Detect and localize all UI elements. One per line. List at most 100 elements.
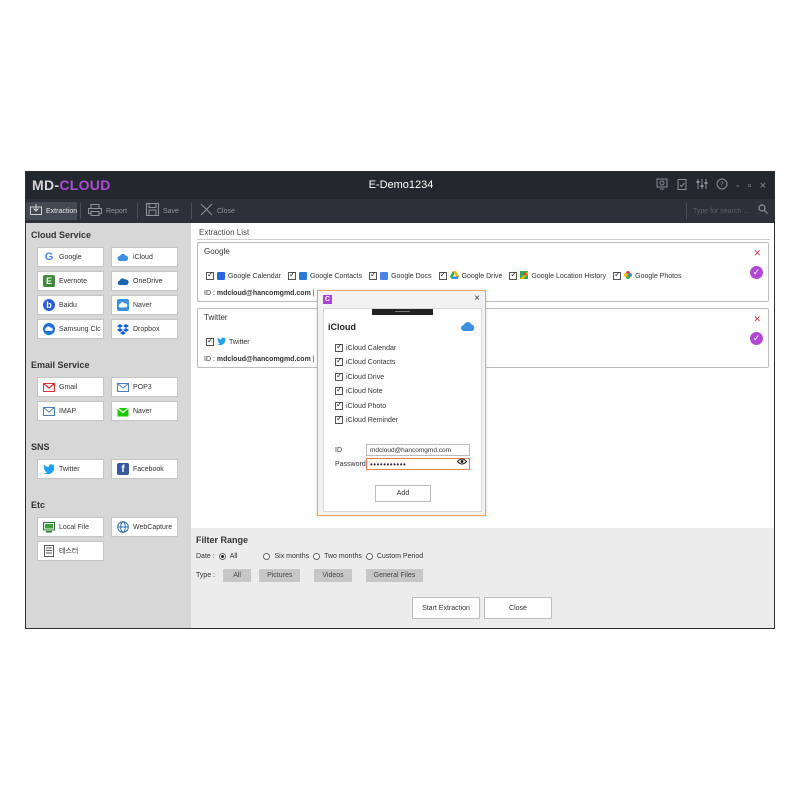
icloud-photo-checkbox[interactable] <box>335 400 343 410</box>
help-icon[interactable]: ? <box>716 178 728 194</box>
settings-sliders-icon[interactable] <box>696 178 708 194</box>
evernote-button[interactable]: E Evernote <box>37 271 104 291</box>
webcapture-button[interactable]: WebCapture <box>111 517 178 537</box>
google-label: Google <box>59 253 82 261</box>
dialog-body: iCloud iCloud Calendar iCloud Contacts i… <box>323 308 482 512</box>
report-label: Report <box>106 207 128 215</box>
icloud-note-label: iCloud Note <box>346 387 383 395</box>
report-button[interactable]: Report <box>84 202 131 220</box>
dialog-drag-handle[interactable] <box>372 309 433 315</box>
twitter-button[interactable]: Twitter <box>37 459 104 479</box>
date-filter-row: Date : All Six months Two months Custom … <box>196 553 423 560</box>
tester-button[interactable]: 테스터 <box>37 541 104 561</box>
dropbox-icon <box>117 323 129 335</box>
samsung-cloud-label: Samsung Clc <box>59 325 101 333</box>
globe-icon <box>117 521 129 533</box>
baidu-button[interactable]: b Baidu <box>37 295 104 315</box>
password-label: Password <box>335 461 366 468</box>
google-id-value: mdcloud@hancomgmd.com <box>216 290 311 297</box>
remove-twitter-button[interactable]: ✕ <box>753 314 761 325</box>
icloud-reminder-checkbox[interactable] <box>335 414 343 424</box>
svg-text:?: ? <box>720 181 724 189</box>
twitter-items: Twitter <box>206 336 250 347</box>
naver-mail-button[interactable]: Naver <box>111 401 178 421</box>
icloud-drive-item[interactable]: iCloud Drive <box>335 371 384 381</box>
twitter-item-label: Twitter <box>229 338 250 346</box>
add-button[interactable]: Add <box>375 485 431 502</box>
date-label: Date : <box>196 553 215 560</box>
google-photos-checkbox[interactable] <box>613 270 622 280</box>
google-drive-checkbox[interactable] <box>438 270 447 280</box>
icloud-photo-item[interactable]: iCloud Photo <box>335 400 386 410</box>
pop3-icon <box>117 381 129 393</box>
twitter-card-title: Twitter <box>204 313 228 322</box>
samsung-cloud-button[interactable]: Samsung Clc <box>37 319 104 339</box>
dialog-close-button[interactable]: × <box>474 293 480 304</box>
start-extraction-button[interactable]: Start Extraction <box>412 597 480 619</box>
google-docs-checkbox[interactable] <box>369 270 378 280</box>
close-button[interactable]: Close <box>484 597 552 619</box>
monitor-icon[interactable] <box>656 178 668 194</box>
google-button[interactable]: G Google <box>37 247 104 267</box>
imap-label: IMAP <box>59 407 77 415</box>
search-icon[interactable] <box>758 204 768 217</box>
show-password-icon[interactable] <box>456 458 468 467</box>
icloud-reminder-item[interactable]: iCloud Reminder <box>335 414 398 424</box>
google-drive-icon <box>449 271 459 281</box>
onedrive-button[interactable]: OneDrive <box>111 271 178 291</box>
type-general-files-button[interactable]: General Files <box>365 569 424 582</box>
remove-google-button[interactable]: ✕ <box>753 248 761 259</box>
naver-cloud-button[interactable]: Naver <box>111 295 178 315</box>
icloud-note-checkbox[interactable] <box>335 385 343 395</box>
twitter-id-value: mdcloud@hancomgmd.com <box>216 356 311 363</box>
google-location-checkbox[interactable] <box>509 270 518 280</box>
google-contacts-checkbox[interactable] <box>287 270 296 280</box>
type-videos-button[interactable]: Videos <box>314 569 352 582</box>
pop3-button[interactable]: POP3 <box>111 377 178 397</box>
minimize-button[interactable]: - <box>736 179 740 193</box>
icloud-button[interactable]: iCloud <box>111 247 178 267</box>
id-input[interactable]: mdcloud@hancomgmd.com <box>366 444 470 456</box>
icloud-contacts-item[interactable]: iCloud Contacts <box>335 356 395 366</box>
date-six-months-radio[interactable] <box>263 553 271 560</box>
type-pictures-button[interactable]: Pictures <box>259 569 301 582</box>
extraction-button[interactable]: Extraction <box>26 202 77 220</box>
google-items: Google Calendar Google Contacts Google D… <box>206 270 681 281</box>
twitter-account-line: ID : mdcloud@hancomgmd.com | Pa <box>204 356 325 363</box>
date-two-months-radio[interactable] <box>313 553 321 560</box>
imap-button[interactable]: IMAP <box>37 401 104 421</box>
date-custom-radio[interactable] <box>365 553 373 560</box>
google-calendar-label: Google Calendar <box>228 272 281 280</box>
divider <box>197 239 770 240</box>
twitter-checkbox[interactable] <box>206 336 214 346</box>
icloud-note-item[interactable]: iCloud Note <box>335 385 383 395</box>
naver-cloud-label: Naver <box>133 301 152 309</box>
local-file-button[interactable]: Local File <box>37 517 104 537</box>
date-all-radio[interactable] <box>218 553 226 560</box>
google-calendar-checkbox[interactable] <box>206 270 214 280</box>
search-box[interactable]: Type for search ... <box>686 203 770 219</box>
facebook-button[interactable]: f Facebook <box>111 459 178 479</box>
title-bar: MD-CLOUD E-Demo1234 ? - ▫ × <box>26 172 774 199</box>
filter-range-panel: Filter Range Date : All Six months Two m… <box>191 528 774 628</box>
toolbar-divider <box>80 203 81 219</box>
dropbox-button[interactable]: Dropbox <box>111 319 178 339</box>
password-input[interactable]: ••••••••••• <box>366 458 470 470</box>
icloud-calendar-checkbox[interactable] <box>335 342 343 352</box>
close-window-button[interactable]: × <box>760 179 766 193</box>
icloud-dialog: C × iCloud iCloud Calendar iCloud Contac… <box>317 290 486 516</box>
icloud-contacts-checkbox[interactable] <box>335 356 343 366</box>
icloud-drive-checkbox[interactable] <box>335 371 343 381</box>
type-all-button[interactable]: All <box>223 569 252 582</box>
extraction-label: Extraction <box>46 207 78 215</box>
save-button[interactable]: Save <box>142 202 183 220</box>
etc-title: Etc <box>31 500 46 510</box>
close-tool-button[interactable]: Close <box>196 202 239 220</box>
toolbar-divider <box>137 203 138 219</box>
maximize-button[interactable]: ▫ <box>748 179 752 193</box>
email-service-title: Email Service <box>31 360 90 370</box>
date-all-label: All <box>229 553 238 560</box>
icloud-calendar-item[interactable]: iCloud Calendar <box>335 342 396 352</box>
gmail-button[interactable]: Gmail <box>37 377 104 397</box>
clipboard-check-icon[interactable] <box>676 178 688 194</box>
